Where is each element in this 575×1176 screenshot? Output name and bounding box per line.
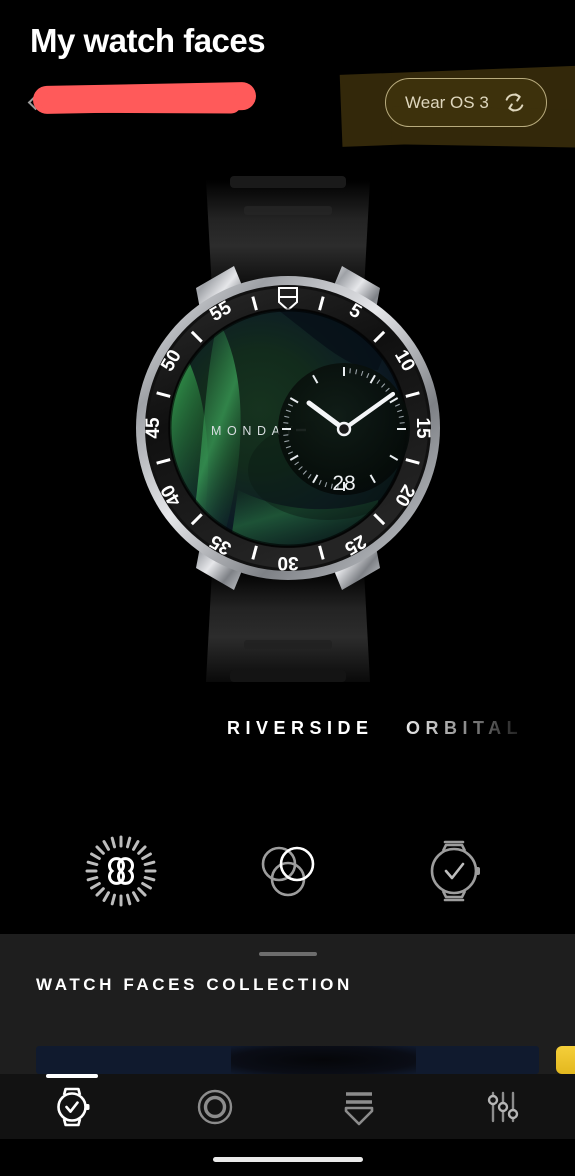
thumbnail-shadow [231,1046,416,1074]
home-indicator[interactable] [212,1157,363,1162]
sync-refresh-icon [505,93,524,112]
yellow-thumbnail[interactable] [556,1046,575,1074]
drag-handle[interactable] [258,952,317,956]
active-tab-indicator [46,1074,98,1078]
nav-item-settings[interactable] [443,1082,563,1132]
redaction-marker [32,81,257,115]
wear-os-badge[interactable]: Wear OS 3 [385,78,547,127]
bottom-navigation [0,1074,575,1139]
watch-render: 5 10 15 20 25 30 35 40 45 50 55 MONDAY 2… [135,176,440,682]
option-animation[interactable] [82,832,160,910]
subdial: 28 [277,363,410,495]
animation-infinity-icon [85,835,157,907]
face-name-carousel[interactable]: RIVERSIDE ORBITAL [0,718,575,754]
option-colours[interactable] [249,832,327,910]
nav-item-activity[interactable] [155,1082,275,1132]
svg-text:45: 45 [143,417,164,439]
page-title: My watch faces [30,22,266,59]
color-variants-circles-icon [261,846,315,897]
face-name-active[interactable]: RIVERSIDE [227,718,374,739]
sliders-settings-icon [487,1091,519,1123]
option-apply-to-watch[interactable] [415,832,493,910]
collection-title: WATCH FACES COLLECTION [36,975,353,994]
date-label: 28 [332,472,355,495]
svg-text:15: 15 [412,417,433,439]
activity-ring-icon [197,1089,233,1125]
nav-item-watch-faces[interactable] [12,1082,132,1132]
collection-thumbnails[interactable] [0,1046,575,1074]
starry-night-thumbnail[interactable] [36,1046,539,1074]
svg-text:30: 30 [277,552,298,573]
face-options [0,832,575,910]
nav-item-rewards[interactable] [299,1082,419,1132]
badge-ribbon-icon [344,1092,374,1126]
watch-check-icon [430,840,480,902]
header: My watch faces Wear OS 3 [0,0,575,150]
watch-check-icon [57,1087,90,1127]
app-screen: My watch faces Wear OS 3 5 10 15 20 25 3… [0,0,575,1176]
watch-preview[interactable]: 5 10 15 20 25 30 35 40 45 50 55 MONDAY 2… [0,150,575,710]
face-name-next[interactable]: ORBITAL [406,718,523,739]
wear-os-label: Wear OS 3 [405,92,489,112]
